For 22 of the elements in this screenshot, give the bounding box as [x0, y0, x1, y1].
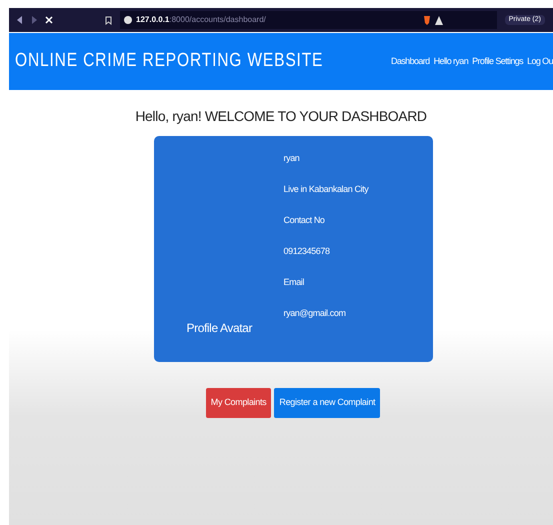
forward-icon[interactable] [31, 16, 37, 24]
address-bar[interactable]: 127.0.0.1:8000/accounts/dashboard/ [120, 11, 497, 29]
nav-link[interactable]: Log Ou [527, 54, 553, 68]
back-icon[interactable] [17, 16, 23, 24]
nav-link[interactable]: Dashboard [390, 54, 430, 68]
profile-detail: 0912345678 [284, 245, 331, 258]
nav-link[interactable]: Hello ryan [434, 54, 468, 68]
profile-detail: Live in Kabankalan City [284, 183, 368, 196]
avatar-label: Profile Avatar [186, 320, 252, 337]
triangle-icon[interactable] [434, 16, 443, 24]
bookmark-icon[interactable] [105, 16, 112, 24]
profile-detail: Contact No [284, 214, 326, 227]
profile-detail: ryan [284, 152, 300, 165]
profile-detail: ryan@gmail.com [284, 307, 347, 320]
dashboard-heading: Hello, ryan! WELCOME TO YOUR DASHBOARD [135, 107, 427, 126]
nav-link[interactable]: Profile Settings [472, 54, 524, 68]
register-complaint-button[interactable]: Register a new Complaint [274, 388, 380, 418]
my-complaints-button[interactable]: My Complaints [206, 388, 272, 418]
profile-detail: Email [284, 276, 306, 289]
close-icon[interactable] [45, 16, 53, 24]
url-text: 127.0.0.1:8000/accounts/dashboard/ [136, 14, 266, 26]
site-title[interactable]: ONLINE CRIME REPORTING WEBSITE [15, 47, 324, 76]
